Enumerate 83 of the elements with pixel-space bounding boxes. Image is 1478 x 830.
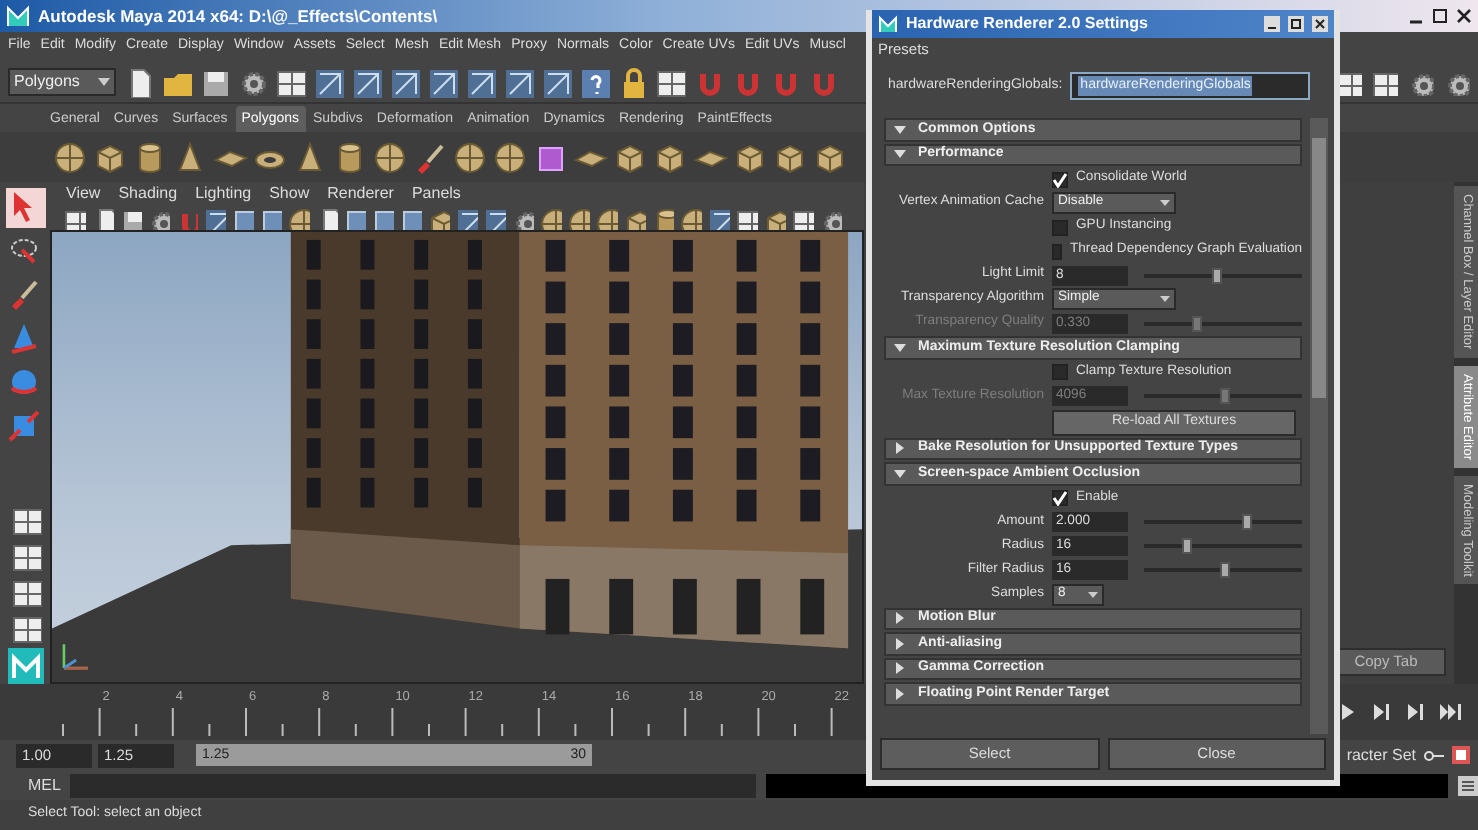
checkbox[interactable] [1052,219,1068,235]
cube-icon [732,139,768,175]
caret-icon [1088,589,1098,599]
layout-icon[interactable] [790,205,814,229]
sphere-icon[interactable] [594,205,618,229]
slider-thumb[interactable] [1182,538,1193,554]
viewport[interactable] [50,230,864,684]
layout-icon [1370,67,1398,95]
script-editor-icon[interactable] [1458,775,1478,795]
maximize-icon[interactable] [1288,16,1304,32]
cube-icon [772,139,808,175]
dialog-title: Hardware Renderer 2.0 Settings [906,12,1150,36]
help-icon [578,65,610,97]
checkbox[interactable] [1052,243,1062,259]
command-language-label: MEL [28,773,61,797]
minimize-icon[interactable] [1264,16,1280,32]
snap-icon [464,65,496,97]
snap-icon [312,65,344,97]
sphere-icon [452,139,488,175]
sphere-icon[interactable] [678,205,702,229]
panel-menu-item[interactable]: View [66,181,101,205]
character-set-label: racter Set [1346,743,1416,767]
cube-icon[interactable] [426,205,450,229]
sphere-icon[interactable] [286,205,310,229]
snap-icon[interactable] [706,205,730,229]
panel-menu-item[interactable]: Shading [118,181,178,205]
go-to-end-icon[interactable] [1440,704,1462,720]
checkbox[interactable] [1052,171,1068,187]
layout-icon[interactable] [9,540,41,572]
slider-thumb[interactable] [1242,514,1253,530]
layout-icon[interactable] [9,576,41,608]
character-icon[interactable] [1452,746,1470,764]
snap-icon [350,65,382,97]
layout-icon[interactable] [734,205,758,229]
panel-menu-item[interactable]: Panels [411,181,461,205]
checkbox[interactable] [1052,490,1068,506]
step-forward-icon[interactable] [1372,704,1390,720]
panel-menu-item[interactable]: Renderer [327,181,394,205]
slider-thumb[interactable] [1219,562,1229,578]
layout-icon [274,65,306,97]
command-input-field[interactable] [70,773,757,797]
layout-icon [654,65,686,97]
close-icon[interactable] [1456,8,1472,24]
cube-icon [652,139,688,175]
sphere-icon[interactable] [538,205,562,229]
app-logo-icon [6,4,30,28]
snap-icon[interactable] [482,205,506,229]
caret-icon [1160,294,1170,304]
sphere-icon [372,139,408,175]
snap-icon [388,65,420,97]
next-key-icon[interactable] [1406,704,1424,720]
slider-thumb[interactable] [1211,267,1222,283]
layout-icon[interactable] [9,612,41,644]
snap-icon[interactable] [202,205,226,229]
snap-icon [502,65,534,97]
cube-icon [92,139,128,175]
layout-icon[interactable] [62,205,86,229]
caret-icon [1160,198,1170,208]
key-icon [1424,747,1444,763]
cube-icon[interactable] [622,205,646,229]
menu-set-dropdown[interactable]: Polygons [8,67,116,95]
checkbox[interactable] [1052,364,1068,380]
snap-icon [540,65,572,97]
app-logo-icon [7,648,43,684]
sphere-icon[interactable] [566,205,590,229]
cube-icon [812,139,848,175]
panel-menu-item[interactable]: Show [269,181,310,205]
app-logo-icon [878,14,898,34]
close-icon[interactable] [1312,16,1328,32]
cube-icon[interactable] [762,205,786,229]
sphere-icon [492,139,528,175]
play-icon[interactable] [1340,704,1356,720]
scrollbar[interactable] [1310,118,1328,734]
layout-icon[interactable] [9,504,41,536]
snap-icon [426,65,458,97]
maximize-icon[interactable] [1432,8,1448,24]
axis-icon [62,643,90,670]
panel-menu-item[interactable]: Lighting [195,181,252,205]
caret-icon [98,75,110,87]
window-title: Autodesk Maya 2014 x64: D:\@_Effects\Contents\ [38,3,438,29]
cube-icon [612,139,648,175]
sphere-icon [52,139,88,175]
snap-icon[interactable] [454,205,478,229]
